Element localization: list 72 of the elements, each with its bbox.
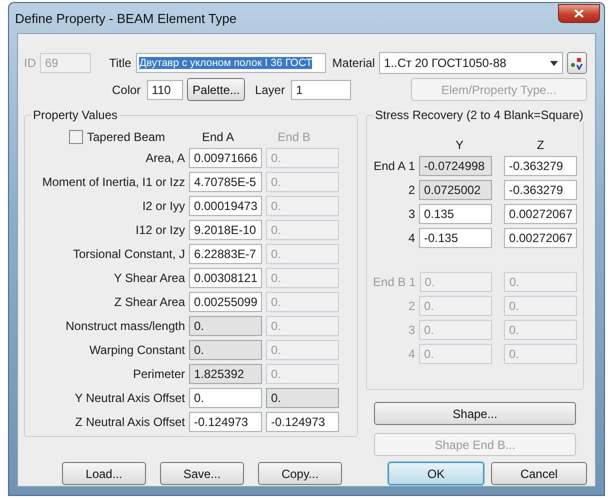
file-button[interactable]: Load... (62, 462, 146, 485)
dialog-button[interactable]: OK (388, 462, 484, 485)
property-label: Z Shear Area (114, 295, 185, 309)
stress-y-field[interactable]: 0.0725002 (419, 180, 492, 200)
end-a-field[interactable]: 0.00971666 (189, 148, 262, 168)
tapered-beam-label: Tapered Beam (87, 130, 166, 144)
point-label: End A 1 (374, 159, 415, 173)
property-label: Y Neutral Axis Offset (74, 391, 185, 405)
stress-y-field[interactable]: -0.0724998 (419, 156, 492, 176)
end-a-field[interactable]: -0.124973 (189, 412, 262, 432)
end-b-field[interactable]: -0.124973 (266, 412, 339, 432)
palette-button[interactable]: Palette... (187, 78, 245, 101)
property-label: Y Shear Area (114, 271, 185, 285)
title-label: Title (109, 56, 132, 70)
end-a-field[interactable]: 9.2018E-10 (189, 220, 262, 240)
file-button[interactable]: Save... (160, 462, 244, 485)
point-label: 4 (408, 231, 415, 245)
stress-z-field[interactable]: -0.363279 (504, 156, 577, 176)
material-icon (570, 56, 584, 70)
point-label: 2 (408, 183, 415, 197)
property-label: I2 or Iyy (142, 199, 185, 213)
close-icon (574, 8, 584, 18)
property-label: Area, A (146, 151, 185, 165)
id-label: ID (24, 56, 36, 70)
stress-z-field[interactable]: -0.363279 (504, 180, 577, 200)
close-button[interactable] (558, 4, 600, 22)
point-label: 4 (408, 347, 415, 361)
property-label: Nonstruct mass/length (66, 319, 185, 333)
group-title: Property Values (31, 108, 120, 122)
end-b-field[interactable]: 0. (266, 388, 339, 408)
property-label: Torsional Constant, J (72, 247, 185, 261)
property-label: Perimeter (132, 367, 185, 381)
end-a-field[interactable]: 6.22883E-7 (189, 244, 262, 264)
file-button[interactable]: Copy... (258, 462, 342, 485)
material-label: Material (332, 56, 375, 70)
point-label: 3 (408, 207, 415, 221)
title-field[interactable]: Двутавр с уклоном полок I 36 ГОСТ (136, 53, 326, 73)
end-a-field[interactable]: 0. (189, 340, 262, 360)
end-a-field[interactable]: 1.825392 (189, 364, 262, 384)
end-a-field[interactable]: 0. (189, 316, 262, 336)
color-field[interactable]: 110 (146, 80, 184, 100)
property-label: Warping Constant (89, 343, 185, 357)
end-a-field[interactable]: 0. (189, 388, 262, 408)
end-a-field[interactable]: 0.00019473 (189, 196, 262, 216)
column-header: Z (536, 138, 546, 152)
checkbox[interactable] (69, 130, 83, 144)
point-label: End B 1 (373, 275, 416, 289)
window-title: Define Property - BEAM Element Type (15, 10, 237, 26)
material-library-button[interactable] (567, 52, 587, 74)
group-title: Stress Recovery (2 to 4 Blank=Square) (373, 108, 586, 122)
column-header: Y (454, 138, 464, 152)
dialog-button[interactable]: Cancel (491, 462, 587, 485)
property-label: Moment of Inertia, I1 or Izz (42, 175, 185, 189)
stress-z-field[interactable]: 0.00272067 (504, 204, 577, 224)
stress-y-field[interactable]: 0.135 (419, 204, 492, 224)
end-a-field[interactable]: 4.70785E-5 (189, 172, 262, 192)
layer-label: Layer (254, 82, 285, 96)
caret-icon (550, 60, 558, 66)
end-a-field[interactable]: 0.00255099 (189, 292, 262, 312)
stress-z-field[interactable]: 0.00272067 (504, 228, 577, 248)
shape-button[interactable]: Shape... (374, 402, 576, 425)
point-label: 2 (408, 299, 415, 313)
layer-field[interactable]: 1 (290, 80, 351, 100)
column-header: End A (200, 130, 236, 144)
end-a-field[interactable]: 0.00308121 (189, 268, 262, 288)
stress-y-field[interactable]: -0.135 (419, 228, 492, 248)
property-label: Z Neutral Axis Offset (75, 415, 185, 429)
color-label: Color (112, 82, 141, 96)
material-dropdown[interactable]: 1..Ст 20 ГОСТ1050-88 (378, 52, 564, 74)
column-header: End B (276, 130, 312, 144)
property-label: I12 or Izy (136, 223, 185, 237)
point-label: 3 (408, 323, 415, 337)
